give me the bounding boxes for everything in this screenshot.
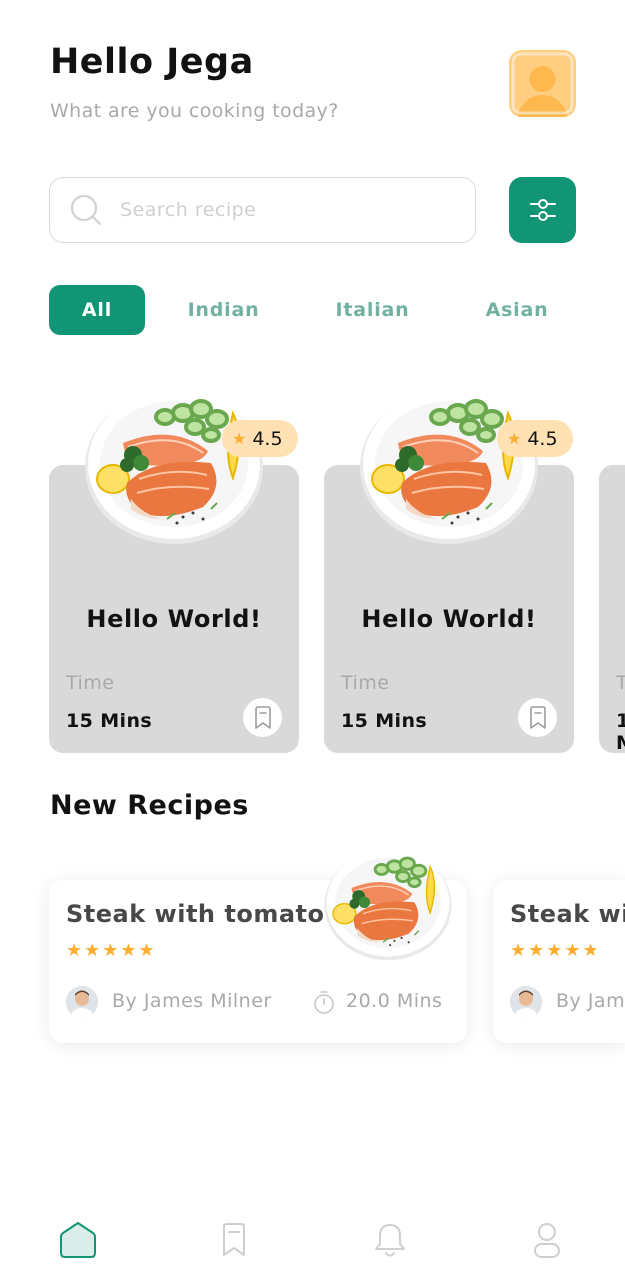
filter-button[interactable] bbox=[509, 177, 576, 243]
search-icon bbox=[71, 195, 101, 225]
profile-icon bbox=[534, 1223, 560, 1258]
time-label: Time bbox=[341, 672, 390, 694]
bookmark-button[interactable] bbox=[243, 698, 282, 737]
author-name: By James Milner bbox=[556, 990, 625, 1012]
recipe-title: Steak with tomato bbox=[66, 900, 325, 928]
dish-image bbox=[360, 389, 538, 544]
time-label: Time bbox=[66, 672, 115, 694]
tab-asian[interactable]: Asian bbox=[473, 285, 561, 335]
greeting-title: Hello Jega bbox=[50, 42, 254, 82]
category-tabs: All Indian Italian Asian bbox=[49, 285, 609, 335]
nav-notifications[interactable] bbox=[370, 1218, 410, 1262]
rating-value: 4.5 bbox=[527, 427, 558, 450]
user-avatar-icon bbox=[509, 50, 576, 117]
nav-profile[interactable] bbox=[527, 1218, 567, 1262]
time-label: Time bbox=[616, 672, 625, 694]
recipe-title: Hello World! bbox=[361, 605, 537, 633]
recipe-time: 15 Mins bbox=[341, 710, 428, 732]
recipe-time: 15 Mins bbox=[616, 710, 625, 753]
author-name: By James Milner bbox=[112, 990, 272, 1012]
author-avatar bbox=[510, 986, 542, 1018]
dish-image bbox=[85, 389, 263, 544]
sliders-icon bbox=[529, 199, 556, 221]
rating-badge: ★ 4.5 bbox=[497, 420, 573, 457]
star-rating: ★★★★★ bbox=[66, 940, 157, 961]
dish-image bbox=[324, 849, 452, 961]
tab-indian[interactable]: Indian bbox=[172, 285, 275, 335]
section-title-new-recipes: New Recipes bbox=[50, 790, 249, 821]
timer-icon bbox=[314, 991, 334, 1014]
home-icon bbox=[60, 1222, 96, 1258]
bookmark-icon bbox=[254, 705, 271, 729]
star-icon: ★ bbox=[507, 429, 522, 448]
recipe-time: 20.0 Mins bbox=[346, 990, 443, 1012]
featured-recipe-card[interactable]: Time 15 Mins bbox=[599, 465, 625, 753]
star-icon: ★ bbox=[232, 429, 247, 448]
rating-badge: ★ 4.5 bbox=[222, 420, 298, 457]
nav-home[interactable] bbox=[58, 1218, 98, 1262]
recipe-time: 15 Mins bbox=[66, 710, 153, 732]
profile-avatar[interactable] bbox=[509, 50, 576, 117]
bookmark-button[interactable] bbox=[518, 698, 557, 737]
greeting-subtitle: What are you cooking today? bbox=[50, 100, 339, 122]
author-avatar bbox=[66, 986, 98, 1018]
bookmark-icon bbox=[529, 705, 546, 729]
bell-icon bbox=[375, 1224, 405, 1257]
search-bar[interactable] bbox=[49, 177, 476, 243]
search-input[interactable] bbox=[120, 199, 440, 221]
star-rating: ★★★★★ bbox=[510, 940, 601, 961]
tab-all[interactable]: All bbox=[49, 285, 145, 335]
rating-value: 4.5 bbox=[252, 427, 283, 450]
bookmark-icon bbox=[223, 1223, 245, 1256]
recipe-title: Steak with tomato bbox=[510, 900, 625, 928]
recipe-title: Hello World! bbox=[86, 605, 262, 633]
tab-italian[interactable]: Italian bbox=[321, 285, 424, 335]
new-recipe-card[interactable]: Steak with tomato ★★★★★ By James Milner bbox=[493, 880, 625, 1043]
nav-saved[interactable] bbox=[214, 1218, 254, 1262]
